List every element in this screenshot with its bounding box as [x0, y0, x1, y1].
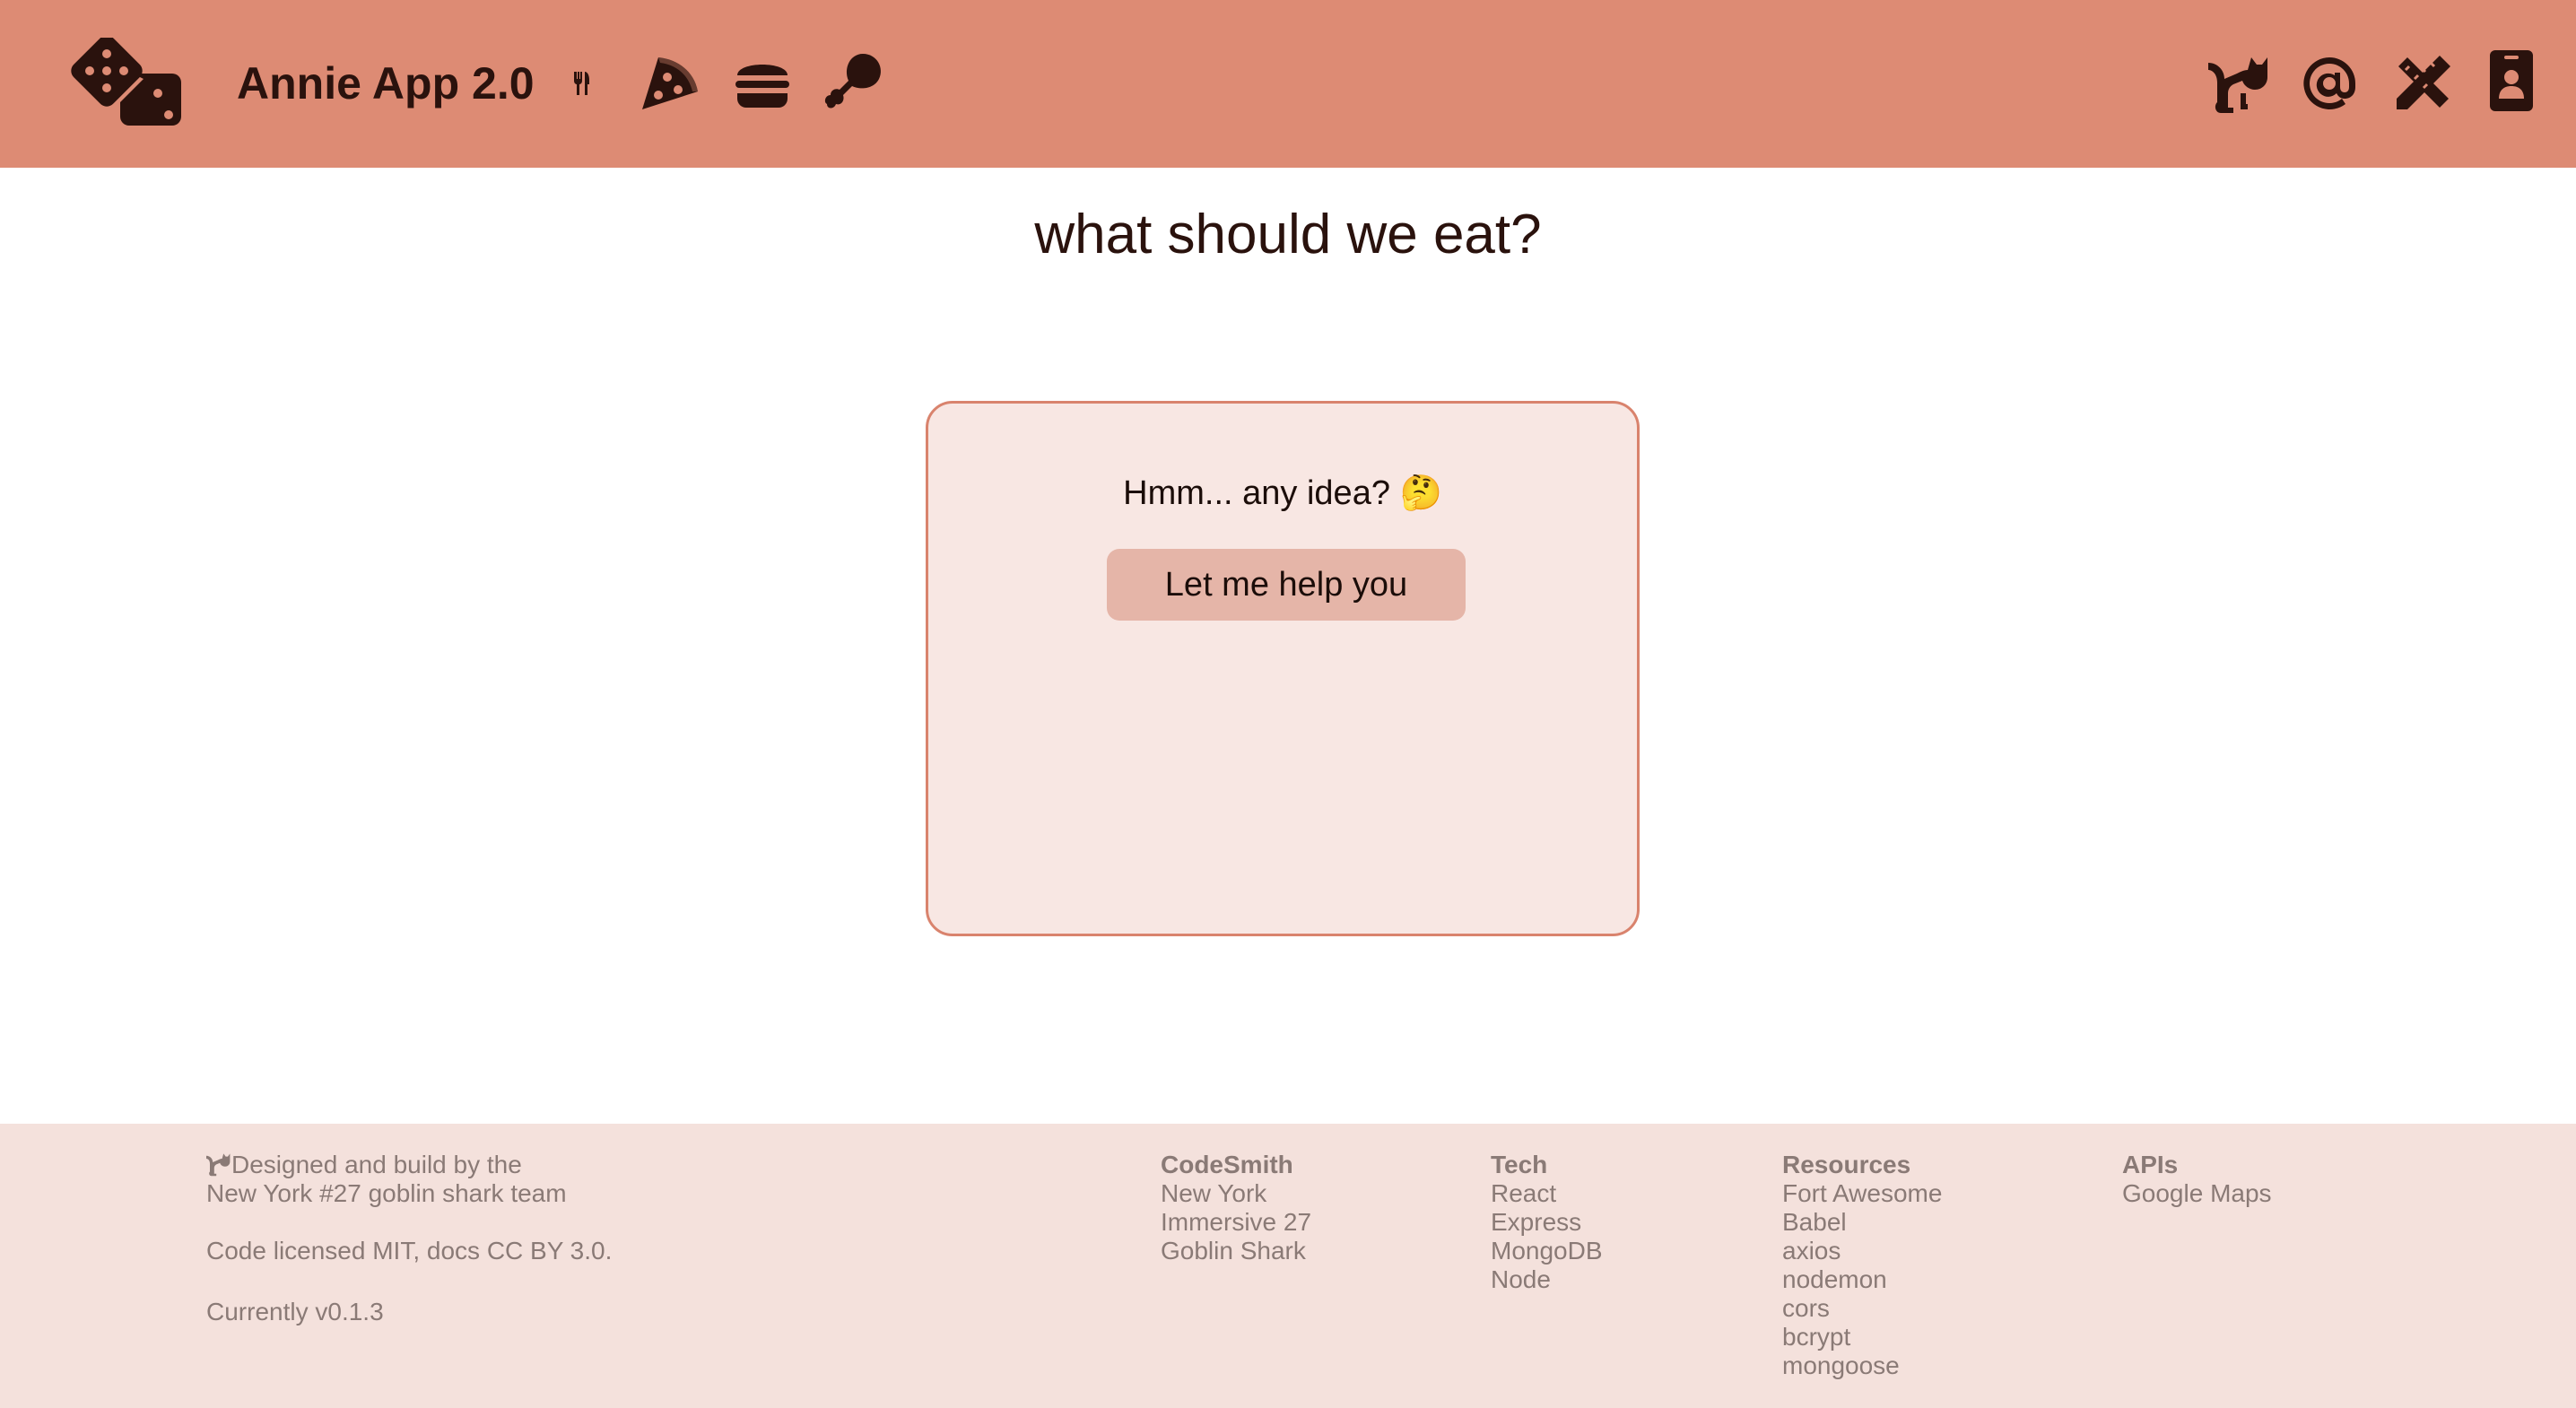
utensils-icon[interactable] [572, 72, 590, 95]
footer-col-resources: Resources Fort Awesome Babel axios nodem… [1782, 1151, 1942, 1380]
footer-heading: Resources [1782, 1151, 1911, 1178]
footer-heading: Tech [1491, 1151, 1548, 1178]
footer-heading: CodeSmith [1161, 1151, 1293, 1178]
footer-credits: Designed and build by the New York #27 g… [206, 1151, 612, 1326]
footer-col-codesmith: CodeSmith New York Immersive 27 Goblin S… [1161, 1151, 1311, 1265]
app-title[interactable]: Annie App 2.0 [237, 52, 535, 115]
footer-link[interactable]: Express [1491, 1208, 1603, 1237]
footer-link[interactable]: mongoose [1782, 1352, 1942, 1380]
card-prompt: Hmm... any idea? 🤔 [1123, 474, 1442, 512]
suggestion-card: Hmm... any idea? 🤔 Let me help you [926, 401, 1640, 936]
footer-link[interactable]: Node [1491, 1265, 1603, 1294]
footer-link[interactable]: Immersive 27 [1161, 1208, 1311, 1237]
footer-link[interactable]: cors [1782, 1294, 1942, 1323]
cat-icon[interactable] [2208, 54, 2271, 113]
footer-link[interactable]: Goblin Shark [1161, 1237, 1311, 1265]
license-text: Code licensed MIT, docs CC BY 3.0. [206, 1237, 613, 1265]
footer-heading: APIs [2122, 1151, 2179, 1178]
footer-link[interactable]: React [1491, 1179, 1603, 1208]
footer-link[interactable]: bcrypt [1782, 1323, 1942, 1352]
footer-col-tech: Tech React Express MongoDB Node [1491, 1151, 1603, 1294]
at-icon[interactable] [2300, 54, 2359, 113]
footer-link[interactable]: MongoDB [1491, 1237, 1603, 1265]
top-navbar: Annie App 2.0 [0, 0, 2576, 168]
credits-line-2: New York #27 goblin shark team [206, 1179, 567, 1207]
footer-link[interactable]: New York [1161, 1179, 1311, 1208]
footer: Designed and build by the New York #27 g… [0, 1124, 2576, 1408]
cat-icon [206, 1152, 231, 1177]
id-badge-icon[interactable] [2490, 50, 2533, 111]
version-text: Currently v0.1.3 [206, 1298, 384, 1325]
footer-link[interactable]: nodemon [1782, 1265, 1942, 1294]
pencil-ruler-icon[interactable] [2393, 52, 2454, 113]
drumstick-icon[interactable] [823, 50, 886, 113]
footer-link[interactable]: Babel [1782, 1208, 1942, 1237]
burger-icon[interactable] [734, 56, 791, 109]
page-title: what should we eat? [1034, 204, 1542, 265]
pizza-icon[interactable] [637, 52, 700, 111]
let-me-help-button[interactable]: Let me help you [1107, 549, 1466, 621]
footer-link[interactable]: Google Maps [2122, 1179, 2272, 1208]
footer-link[interactable]: axios [1782, 1237, 1942, 1265]
footer-col-apis: APIs Google Maps [2122, 1151, 2272, 1208]
dice-logo-icon[interactable] [70, 35, 183, 127]
credits-line-1: Designed and build by the [231, 1151, 522, 1178]
footer-link[interactable]: Fort Awesome [1782, 1179, 1942, 1208]
